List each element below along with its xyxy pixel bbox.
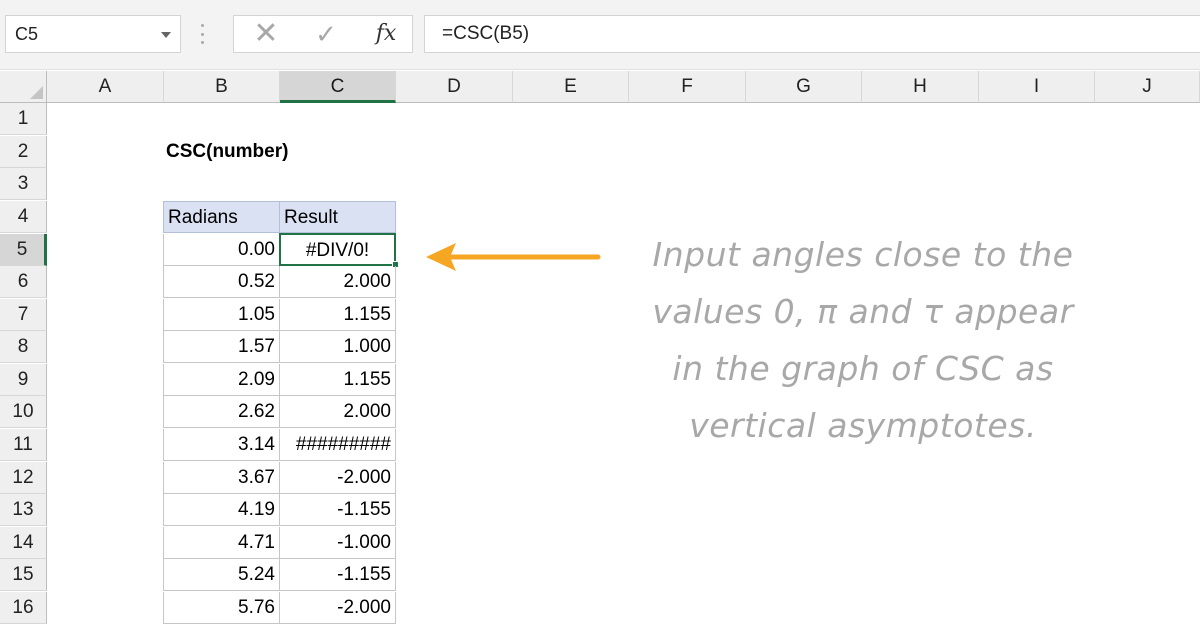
enter-icon[interactable]: ✓ [304,16,348,52]
column-header-d[interactable]: D [396,71,513,103]
annotation-line-3: in the graph of CSC as [672,349,1054,388]
cell-c8[interactable]: 1.000 [279,331,396,363]
column-header-c[interactable]: C [280,71,396,103]
formula-buttons: ✕ ✓ fx [233,15,413,53]
insert-function-icon[interactable]: fx [364,16,408,52]
cell-c7[interactable]: 1.155 [279,299,396,331]
name-box-value: C5 [15,24,39,44]
row-header-10[interactable]: 10 [0,396,47,428]
column-header-b[interactable]: B [164,71,280,103]
annotation-line-2: values 0, π and τ appear [652,292,1074,331]
row-header-7[interactable]: 7 [0,299,47,331]
select-all-corner[interactable] [0,71,47,103]
formula-bar: C5 ✕ ✓ fx =CSC(B5) [0,0,1200,70]
cell-b6[interactable]: 0.52 [163,266,280,298]
column-header-g[interactable]: G [746,71,862,103]
annotation-note: Input angles close to the values 0, π an… [628,226,1098,454]
row-header-4[interactable]: 4 [0,201,47,233]
row-header-8[interactable]: 8 [0,331,47,363]
cell-b9[interactable]: 2.09 [163,364,280,396]
cell-b11[interactable]: 3.14 [163,429,280,461]
cell-b12[interactable]: 3.67 [163,462,280,494]
cell-b15[interactable]: 5.24 [163,559,280,591]
column-header-h[interactable]: H [862,71,979,103]
cell-c9[interactable]: 1.155 [279,364,396,396]
cell-c5-active[interactable]: #DIV/0! [279,233,396,266]
pointer-arrow-icon [426,243,601,271]
row-header-13[interactable]: 13 [0,494,47,526]
cell-c11[interactable]: ######### [279,429,396,461]
row-header-1[interactable]: 1 [0,103,47,135]
formula-bar-grip-icon[interactable] [201,24,205,44]
column-header-i[interactable]: I [979,71,1095,103]
column-header-f[interactable]: F [629,71,746,103]
cell-c15[interactable]: -1.155 [279,559,396,591]
cancel-icon[interactable]: ✕ [244,16,288,52]
cell-b2-title[interactable]: CSC(number) [166,136,288,168]
column-header-a[interactable]: A [47,71,164,103]
cell-c10[interactable]: 2.000 [279,396,396,428]
row-header-9[interactable]: 9 [0,364,47,396]
row-header-14[interactable]: 14 [0,527,47,559]
row-header-3[interactable]: 3 [0,168,47,200]
cell-b8[interactable]: 1.57 [163,331,280,363]
column-header-e[interactable]: E [513,71,629,103]
annotation-line-4: vertical asymptotes. [689,406,1037,445]
cell-c16[interactable]: -2.000 [279,592,396,624]
row-header-11[interactable]: 11 [0,429,47,461]
row-header-2[interactable]: 2 [0,136,47,168]
formula-input[interactable]: =CSC(B5) [424,15,1200,53]
cell-c12[interactable]: -2.000 [279,462,396,494]
cell-c6[interactable]: 2.000 [279,266,396,298]
row-header-5[interactable]: 5 [0,234,47,266]
column-header-j[interactable]: J [1095,71,1200,103]
cell-b5[interactable]: 0.00 [163,234,280,266]
row-header-12[interactable]: 12 [0,462,47,494]
row-header-6[interactable]: 6 [0,266,47,298]
annotation-line-1: Input angles close to the [652,235,1074,274]
cell-b16[interactable]: 5.76 [163,592,280,624]
cell-c14[interactable]: -1.000 [279,527,396,559]
name-box-dropdown-icon[interactable] [161,32,171,38]
name-box[interactable]: C5 [5,15,181,53]
row-header-15[interactable]: 15 [0,559,47,591]
cell-b10[interactable]: 2.62 [163,396,280,428]
cell-c4-header-result[interactable]: Result [279,201,396,233]
cell-b13[interactable]: 4.19 [163,494,280,526]
cell-b4-header-radians[interactable]: Radians [163,201,280,233]
cell-b7[interactable]: 1.05 [163,299,280,331]
row-header-16[interactable]: 16 [0,592,47,624]
cell-b14[interactable]: 4.71 [163,527,280,559]
cell-c13[interactable]: -1.155 [279,494,396,526]
